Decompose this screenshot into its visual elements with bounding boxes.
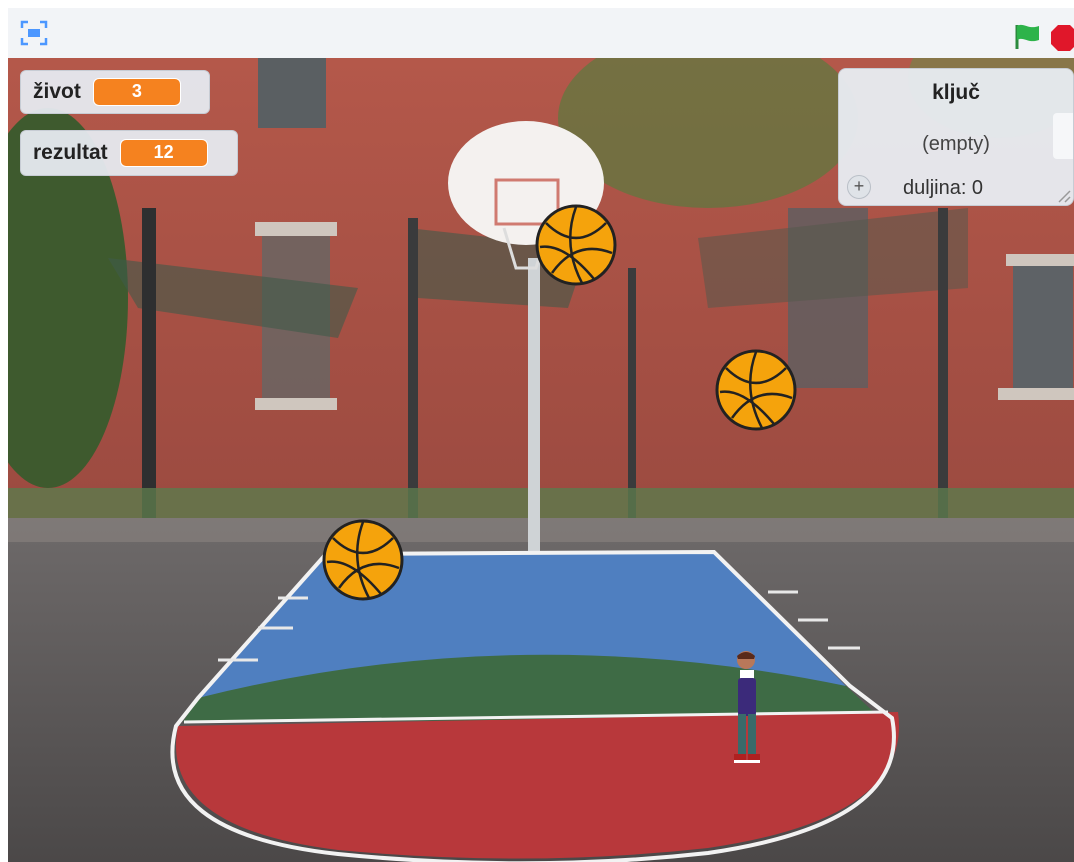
- list-monitor-kljuc[interactable]: ključ (empty) + duljina: 0: [838, 68, 1074, 206]
- variable-label: rezultat: [33, 141, 108, 164]
- basketball-sprite[interactable]: [534, 203, 618, 287]
- list-empty-text: (empty): [922, 133, 990, 155]
- list-title: ključ: [932, 81, 980, 104]
- stop-sign-icon[interactable]: [1050, 24, 1074, 52]
- variable-value: 3: [92, 78, 181, 106]
- green-flag-icon[interactable]: [1012, 22, 1044, 50]
- variable-value: 12: [119, 139, 208, 167]
- variable-monitor-zivot[interactable]: život 3: [20, 70, 210, 114]
- resize-handle-icon[interactable]: [1055, 187, 1071, 203]
- basketball-sprite[interactable]: [714, 348, 798, 432]
- list-length: duljina: 0: [903, 177, 984, 199]
- stage-toolbar: [8, 8, 1074, 59]
- plus-icon[interactable]: +: [847, 175, 871, 199]
- basketball-sprite[interactable]: [321, 518, 405, 602]
- variable-monitor-rezultat[interactable]: rezultat 12: [20, 130, 238, 176]
- variable-label: život: [33, 80, 81, 103]
- player-sprite[interactable]: [726, 650, 776, 772]
- fullscreen-icon[interactable]: [20, 20, 48, 46]
